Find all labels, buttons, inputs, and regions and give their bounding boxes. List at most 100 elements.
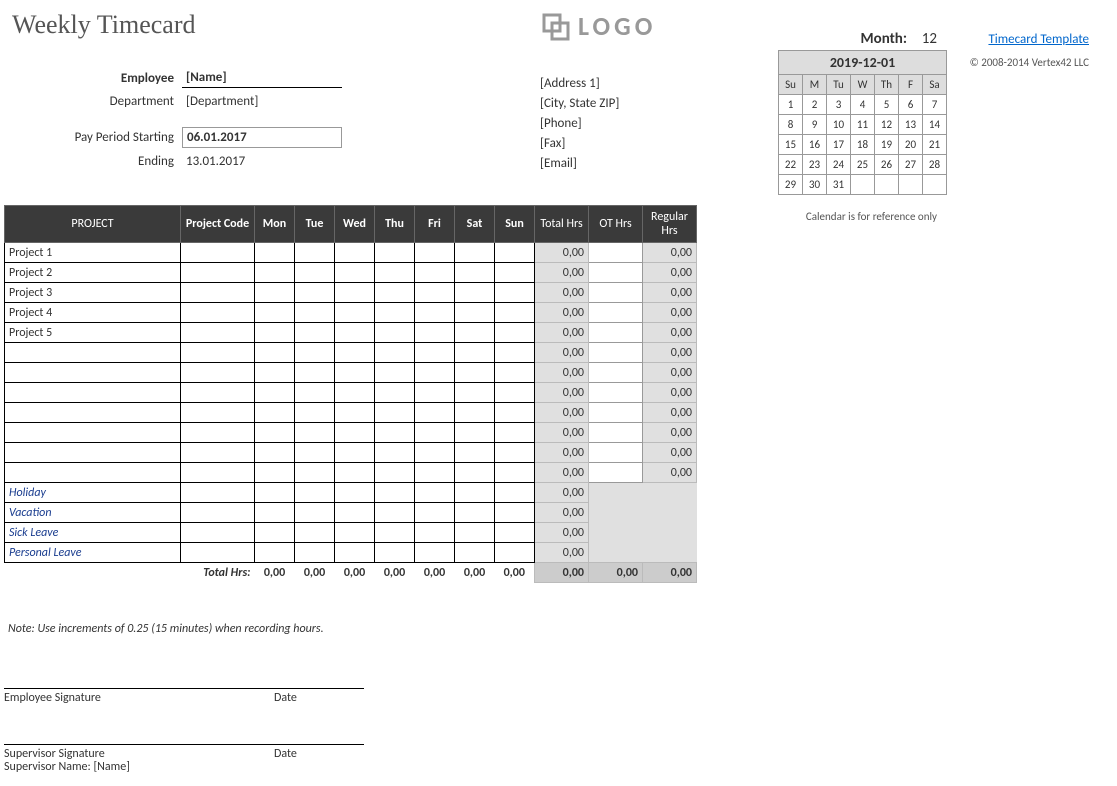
hours-cell[interactable] [455, 463, 495, 483]
hours-cell[interactable] [255, 283, 295, 303]
project-name-cell[interactable] [5, 463, 181, 483]
hours-cell[interactable] [375, 463, 415, 483]
hours-cell[interactable] [295, 343, 335, 363]
hours-cell[interactable] [255, 463, 295, 483]
hours-cell[interactable] [335, 463, 375, 483]
hours-cell[interactable] [255, 523, 295, 543]
hours-cell[interactable] [295, 443, 335, 463]
hours-cell[interactable] [375, 403, 415, 423]
hours-cell[interactable] [335, 343, 375, 363]
hours-cell[interactable] [375, 283, 415, 303]
hours-cell[interactable] [455, 543, 495, 563]
hours-cell[interactable] [335, 263, 375, 283]
hours-cell[interactable] [495, 323, 535, 343]
project-name-cell[interactable]: Personal Leave [5, 543, 181, 563]
hours-cell[interactable] [335, 323, 375, 343]
period-start-value[interactable]: 06.01.2017 [182, 127, 342, 148]
project-code-cell[interactable] [181, 483, 255, 503]
hours-cell[interactable] [415, 523, 455, 543]
hours-cell[interactable] [295, 403, 335, 423]
hours-cell[interactable] [295, 283, 335, 303]
hours-cell[interactable] [295, 363, 335, 383]
project-name-cell[interactable] [5, 363, 181, 383]
project-name-cell[interactable]: Project 1 [5, 243, 181, 263]
project-name-cell[interactable]: Project 4 [5, 303, 181, 323]
employee-value[interactable]: [Name] [182, 68, 342, 88]
hours-cell[interactable] [295, 323, 335, 343]
ot-hrs-cell[interactable] [589, 263, 643, 283]
project-code-cell[interactable] [181, 243, 255, 263]
hours-cell[interactable] [415, 483, 455, 503]
hours-cell[interactable] [335, 543, 375, 563]
hours-cell[interactable] [455, 243, 495, 263]
hours-cell[interactable] [375, 443, 415, 463]
project-code-cell[interactable] [181, 383, 255, 403]
ot-hrs-cell[interactable] [589, 303, 643, 323]
hours-cell[interactable] [255, 323, 295, 343]
project-name-cell[interactable]: Project 2 [5, 263, 181, 283]
hours-cell[interactable] [495, 343, 535, 363]
hours-cell[interactable] [335, 443, 375, 463]
hours-cell[interactable] [455, 363, 495, 383]
hours-cell[interactable] [415, 243, 455, 263]
project-name-cell[interactable]: Project 3 [5, 283, 181, 303]
hours-cell[interactable] [495, 363, 535, 383]
project-code-cell[interactable] [181, 403, 255, 423]
hours-cell[interactable] [455, 523, 495, 543]
ot-hrs-cell[interactable] [589, 463, 643, 483]
hours-cell[interactable] [375, 383, 415, 403]
hours-cell[interactable] [495, 303, 535, 323]
hours-cell[interactable] [495, 403, 535, 423]
hours-cell[interactable] [415, 283, 455, 303]
hours-cell[interactable] [455, 403, 495, 423]
hours-cell[interactable] [255, 483, 295, 503]
hours-cell[interactable] [295, 303, 335, 323]
hours-cell[interactable] [255, 503, 295, 523]
hours-cell[interactable] [295, 423, 335, 443]
hours-cell[interactable] [295, 383, 335, 403]
hours-cell[interactable] [375, 423, 415, 443]
hours-cell[interactable] [495, 263, 535, 283]
hours-cell[interactable] [335, 303, 375, 323]
project-name-cell[interactable] [5, 443, 181, 463]
hours-cell[interactable] [255, 543, 295, 563]
hours-cell[interactable] [335, 383, 375, 403]
ot-hrs-cell[interactable] [589, 403, 643, 423]
ot-hrs-cell[interactable] [589, 383, 643, 403]
hours-cell[interactable] [415, 383, 455, 403]
hours-cell[interactable] [375, 303, 415, 323]
project-name-cell[interactable]: Project 5 [5, 323, 181, 343]
project-name-cell[interactable]: Holiday [5, 483, 181, 503]
hours-cell[interactable] [455, 263, 495, 283]
hours-cell[interactable] [495, 523, 535, 543]
hours-cell[interactable] [375, 483, 415, 503]
hours-cell[interactable] [455, 443, 495, 463]
hours-cell[interactable] [295, 503, 335, 523]
hours-cell[interactable] [375, 523, 415, 543]
hours-cell[interactable] [255, 443, 295, 463]
project-code-cell[interactable] [181, 363, 255, 383]
hours-cell[interactable] [495, 443, 535, 463]
hours-cell[interactable] [255, 363, 295, 383]
project-code-cell[interactable] [181, 543, 255, 563]
hours-cell[interactable] [495, 243, 535, 263]
hours-cell[interactable] [455, 483, 495, 503]
project-code-cell[interactable] [181, 343, 255, 363]
hours-cell[interactable] [415, 343, 455, 363]
project-name-cell[interactable]: Vacation [5, 503, 181, 523]
hours-cell[interactable] [415, 303, 455, 323]
project-code-cell[interactable] [181, 503, 255, 523]
hours-cell[interactable] [335, 483, 375, 503]
hours-cell[interactable] [495, 543, 535, 563]
project-code-cell[interactable] [181, 263, 255, 283]
hours-cell[interactable] [415, 463, 455, 483]
hours-cell[interactable] [455, 303, 495, 323]
hours-cell[interactable] [255, 263, 295, 283]
project-code-cell[interactable] [181, 463, 255, 483]
hours-cell[interactable] [255, 303, 295, 323]
hours-cell[interactable] [255, 423, 295, 443]
project-name-cell[interactable] [5, 403, 181, 423]
hours-cell[interactable] [415, 363, 455, 383]
hours-cell[interactable] [295, 243, 335, 263]
hours-cell[interactable] [455, 283, 495, 303]
